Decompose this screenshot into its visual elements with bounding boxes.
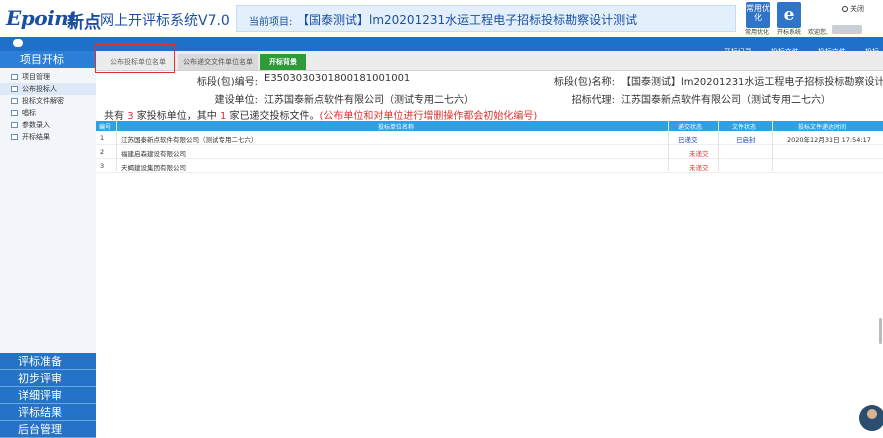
row-bidder-name: 福建启森建设有限公司 bbox=[121, 150, 186, 158]
support-avatar[interactable] bbox=[859, 405, 883, 431]
table-row[interactable]: 1 江苏国泰新点软件有限公司（测试专用二七六） 已递交 已启封 2020年12月… bbox=[96, 131, 883, 145]
sidebar-item-label: 开标结果 bbox=[22, 133, 50, 141]
sidebar-item-label: 投标文件解密 bbox=[22, 97, 64, 105]
message-icon[interactable] bbox=[13, 39, 23, 47]
username-redacted bbox=[832, 25, 862, 34]
annotation-highlight-box bbox=[95, 44, 175, 73]
table-row[interactable]: 3 天蝎建设集团有限公司 未递交 bbox=[96, 159, 883, 173]
doc-icon bbox=[11, 134, 18, 140]
col-header-time: 投标文件递达时间 bbox=[798, 124, 847, 131]
col-header-file: 文件状态 bbox=[732, 124, 757, 131]
sidebar-item-publish-bidders[interactable]: 公布投标人 bbox=[0, 83, 96, 95]
doc-icon bbox=[11, 98, 18, 104]
doc-icon bbox=[11, 122, 18, 128]
table-header: 编号 投标单位名称 递交状态 文件状态 投标文件递达时间 bbox=[96, 121, 883, 131]
sidebar-section-prep[interactable]: 评标准备 bbox=[0, 353, 96, 370]
bid-opening-system-caption: 开标系统 bbox=[777, 29, 802, 36]
sidebar-item-sing-bid[interactable]: 唱标 bbox=[0, 107, 96, 119]
sidebar-item-label: 参数录入 bbox=[22, 121, 50, 129]
sidebar-section-detail-review[interactable]: 详细评审 bbox=[0, 387, 96, 404]
doc-icon bbox=[11, 86, 18, 92]
builder-value: 江苏国泰新点软件有限公司（测试专用二七六） bbox=[264, 95, 474, 106]
app-title: 网上开评标系统V7.0 bbox=[100, 13, 230, 29]
sidebar-item-label: 唱标 bbox=[22, 109, 36, 117]
row-submit-status: 未递交 bbox=[689, 150, 709, 158]
common-optimize-button[interactable]: 常用优化 bbox=[746, 2, 770, 28]
sidebar-item-decrypt[interactable]: 投标文件解密 bbox=[0, 95, 96, 107]
sidebar-item-label: 项目管理 bbox=[22, 73, 50, 81]
col-header-no: 编号 bbox=[99, 124, 112, 131]
bidder-summary: 共有 3 家投标单位，其中 1 家已递交投标文件。(公布单位和对单位进行增删操作… bbox=[104, 111, 538, 122]
welcome-text: 欢迎您, bbox=[808, 29, 828, 36]
project-label: 当前项目: bbox=[249, 17, 293, 28]
section-name-label: 标段(包)名称: bbox=[553, 77, 615, 88]
row-no: 1 bbox=[100, 134, 105, 142]
column-divider bbox=[772, 121, 773, 171]
agent-value: 江苏国泰新点软件有限公司（测试专用二七六） bbox=[621, 95, 831, 106]
section-no-label: 标段(包)编号: bbox=[196, 77, 258, 88]
sidebar-menu: 项目管理 公布投标人 投标文件解密 唱标 参数录入 开标结果 bbox=[0, 71, 96, 143]
col-header-name: 投标单位名称 bbox=[378, 124, 415, 131]
section-no-value: E3503030301800181001001 bbox=[264, 73, 411, 84]
doc-icon bbox=[11, 110, 18, 116]
tab-publish-submitted-list[interactable]: 公布递交文件单位名单 bbox=[178, 54, 258, 70]
row-bidder-name: 江苏国泰新点软件有限公司（测试专用二七六） bbox=[121, 136, 258, 144]
sidebar-item-project-manage[interactable]: 项目管理 bbox=[0, 71, 96, 83]
col-header-submit: 递交状态 bbox=[678, 124, 703, 131]
page-scrollbar[interactable] bbox=[879, 318, 882, 344]
sidebar-item-param-entry[interactable]: 参数录入 bbox=[0, 119, 96, 131]
row-bidder-name: 天蝎建设集团有限公司 bbox=[121, 164, 186, 172]
row-no: 3 bbox=[100, 162, 105, 170]
sidebar-section-result[interactable]: 评标结果 bbox=[0, 404, 96, 421]
column-divider bbox=[668, 121, 669, 171]
close-button[interactable]: 关闭 bbox=[842, 4, 864, 14]
main-content: 公布投标单位名单 公布递交文件单位名单 开标背景 标段(包)编号: E35030… bbox=[96, 51, 883, 432]
tab-strip: 公布投标单位名单 公布递交文件单位名单 开标背景 bbox=[96, 51, 883, 71]
bidder-table: 编号 投标单位名称 递交状态 文件状态 投标文件递达时间 1 江苏国泰新点软件有… bbox=[96, 121, 883, 173]
section-name-value: 【国泰测试】lm20201231水运工程电子招标投标勘察设计测试 bbox=[621, 77, 883, 88]
row-file-status: 已启封 bbox=[736, 136, 756, 144]
builder-label: 建设单位: bbox=[214, 95, 258, 106]
table-row[interactable]: 2 福建启森建设有限公司 未递交 bbox=[96, 145, 883, 159]
app-header: Epoint 新点 网上开评标系统V7.0 当前项目: 【国泰测试】lm2020… bbox=[0, 0, 883, 37]
doc-icon bbox=[11, 74, 18, 80]
row-no: 2 bbox=[100, 148, 105, 156]
sidebar-item-label: 公布投标人 bbox=[22, 85, 57, 93]
sidebar-title[interactable]: 项目开标 bbox=[0, 51, 96, 68]
row-arrival-time: 2020年12月31日 17:54:17 bbox=[787, 136, 871, 144]
bid-opening-system-button[interactable]: e bbox=[777, 2, 801, 28]
row-submit-status: 未递交 bbox=[689, 164, 709, 172]
tab-opening-background[interactable]: 开标背景 bbox=[260, 54, 306, 70]
logo-cn-text: 新点 bbox=[67, 13, 101, 33]
row-submit-status: 已递交 bbox=[678, 136, 698, 144]
common-optimize-caption: 常用优化 bbox=[745, 29, 770, 36]
sidebar-section-initial-review[interactable]: 初步评审 bbox=[0, 370, 96, 387]
power-icon bbox=[842, 6, 848, 12]
column-divider bbox=[116, 121, 117, 171]
sidebar-item-opening-result[interactable]: 开标结果 bbox=[0, 131, 96, 143]
project-name: 【国泰测试】lm20201231水运工程电子招标投标勘察设计测试 bbox=[297, 13, 638, 27]
sidebar-sections: 评标准备 初步评审 详细评审 评标结果 后台管理 bbox=[0, 353, 96, 438]
sidebar: 项目开标 项目管理 公布投标人 投标文件解密 唱标 参数录入 开标结果 评标准备… bbox=[0, 51, 96, 438]
agent-label: 招标代理: bbox=[571, 95, 615, 106]
current-project-box: 当前项目: 【国泰测试】lm20201231水运工程电子招标投标勘察设计测试 bbox=[236, 5, 736, 32]
close-label: 关闭 bbox=[850, 5, 864, 13]
column-divider bbox=[718, 121, 719, 171]
sidebar-section-admin[interactable]: 后台管理 bbox=[0, 421, 96, 438]
